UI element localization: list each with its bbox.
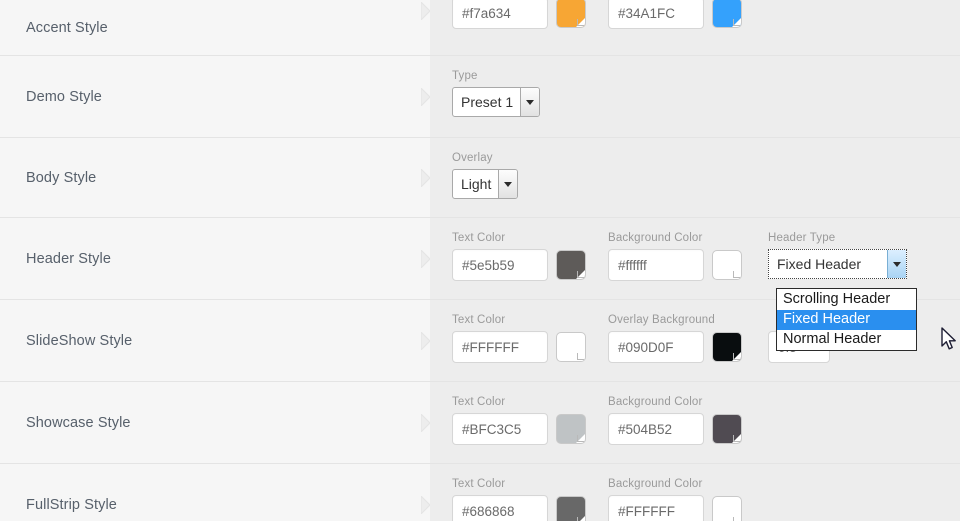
fullstrip-background-color-input[interactable]: [608, 495, 704, 521]
chevron-down-icon: [887, 250, 906, 278]
row-label-slideshow-style[interactable]: SlideShow Style: [0, 300, 431, 381]
field-label: Background Color: [608, 232, 703, 244]
fullstrip-text-color-input[interactable]: [452, 495, 548, 521]
row-label-text: Body Style: [26, 169, 97, 186]
fullstrip-background-color-swatch[interactable]: [712, 496, 742, 521]
row-label-header-style[interactable]: Header Style: [0, 218, 431, 299]
demo-type-select[interactable]: Preset 1: [452, 87, 541, 117]
field-body-overlay: Overlay Light: [452, 152, 519, 199]
field-header-type: Header Type Fixed Header: [768, 232, 907, 279]
row-body-style: Body Style Overlay Light: [0, 138, 960, 218]
demo-type-selected-value: Preset 1: [461, 94, 514, 110]
row-label-text: Demo Style: [26, 88, 102, 105]
header-background-color-swatch[interactable]: [712, 250, 742, 280]
row-label-body-style[interactable]: Body Style: [0, 138, 431, 217]
header-type-option-fixed-header[interactable]: Fixed Header: [777, 310, 916, 330]
header-text-color-input[interactable]: [452, 249, 548, 281]
body-overlay-select[interactable]: Light: [452, 169, 519, 199]
row-showcase-style: Showcase Style Text Color Background Col…: [0, 382, 960, 464]
row-label-showcase-style[interactable]: Showcase Style: [0, 382, 431, 463]
field-label: Background Color: [608, 478, 703, 490]
slideshow-text-color-input[interactable]: [452, 331, 548, 363]
accent-1-color-swatch[interactable]: [556, 0, 586, 28]
row-label-accent-style[interactable]: Accent Style: [0, 0, 431, 55]
field-showcase-text-color: Text Color: [452, 396, 586, 445]
field-accent-2-color: Accent 2 Color: [608, 0, 742, 29]
header-type-selected-value: Fixed Header: [777, 256, 862, 272]
field-slideshow-overlay-background: Overlay Background: [608, 314, 742, 363]
field-slideshow-text-color: Text Color: [452, 314, 586, 363]
row-label-text: SlideShow Style: [26, 332, 133, 349]
body-overlay-selected-value: Light: [461, 176, 492, 192]
field-fullstrip-text-color: Text Color: [452, 478, 586, 521]
field-accent-1-color: Accent 1 Color: [452, 0, 586, 29]
row-label-text: FullStrip Style: [26, 496, 117, 513]
field-header-background-color: Background Color: [608, 232, 742, 281]
showcase-text-color-input[interactable]: [452, 413, 548, 445]
row-fields-body-style: Overlay Light: [430, 138, 960, 217]
field-label: Text Color: [452, 232, 506, 244]
row-label-demo-style[interactable]: Demo Style: [0, 56, 431, 137]
header-text-color-swatch[interactable]: [556, 250, 586, 280]
row-label-fullstrip-style[interactable]: FullStrip Style: [0, 464, 431, 521]
row-fields-demo-style: Type Preset 1: [430, 56, 960, 137]
chevron-down-icon: [498, 170, 518, 198]
field-label: Overlay: [452, 152, 493, 164]
header-type-select[interactable]: Fixed Header: [768, 249, 907, 279]
settings-panel: Accent Style Accent 1 Color Accent 2 Col…: [0, 0, 960, 521]
row-label-text: Showcase Style: [26, 414, 131, 431]
accent-2-color-input[interactable]: [608, 0, 704, 29]
showcase-background-color-swatch[interactable]: [712, 414, 742, 444]
field-label: Header Type: [768, 232, 836, 244]
row-label-text: Accent Style: [26, 19, 108, 36]
row-fields-header-style: Text Color Background Color: [430, 218, 960, 299]
accent-1-color-input[interactable]: [452, 0, 548, 29]
chevron-down-icon: [520, 88, 540, 116]
showcase-text-color-swatch[interactable]: [556, 414, 586, 444]
header-background-color-input[interactable]: [608, 249, 704, 281]
fullstrip-text-color-swatch[interactable]: [556, 496, 586, 521]
field-label: Type: [452, 70, 478, 82]
field-label: Text Color: [452, 314, 506, 326]
slideshow-text-color-swatch[interactable]: [556, 332, 586, 362]
row-fields-fullstrip-style: Text Color Background Color: [430, 464, 960, 521]
row-fields-showcase-style: Text Color Background Color: [430, 382, 960, 463]
showcase-background-color-input[interactable]: [608, 413, 704, 445]
slideshow-overlay-background-input[interactable]: [608, 331, 704, 363]
row-label-text: Header Style: [26, 250, 112, 267]
field-label: Text Color: [452, 396, 506, 408]
row-fullstrip-style: FullStrip Style Text Color Background Co…: [0, 464, 960, 521]
field-showcase-background-color: Background Color: [608, 396, 742, 445]
slideshow-overlay-background-swatch[interactable]: [712, 332, 742, 362]
field-label: Background Color: [608, 396, 703, 408]
field-demo-type: Type Preset 1: [452, 70, 541, 117]
field-fullstrip-background-color: Background Color: [608, 478, 742, 521]
row-fields-accent-style: Accent 1 Color Accent 2 Color: [430, 0, 960, 55]
field-header-text-color: Text Color: [452, 232, 586, 281]
header-type-option-scrolling-header[interactable]: Scrolling Header: [777, 290, 916, 310]
field-label: Text Color: [452, 478, 506, 490]
field-label: Overlay Background: [608, 314, 715, 326]
header-type-options-list[interactable]: Scrolling Header Fixed Header Normal Hea…: [776, 288, 917, 351]
row-accent-style: Accent Style Accent 1 Color Accent 2 Col…: [0, 0, 960, 56]
accent-2-color-swatch[interactable]: [712, 0, 742, 28]
row-demo-style: Demo Style Type Preset 1: [0, 56, 960, 138]
header-type-option-normal-header[interactable]: Normal Header: [777, 330, 916, 350]
